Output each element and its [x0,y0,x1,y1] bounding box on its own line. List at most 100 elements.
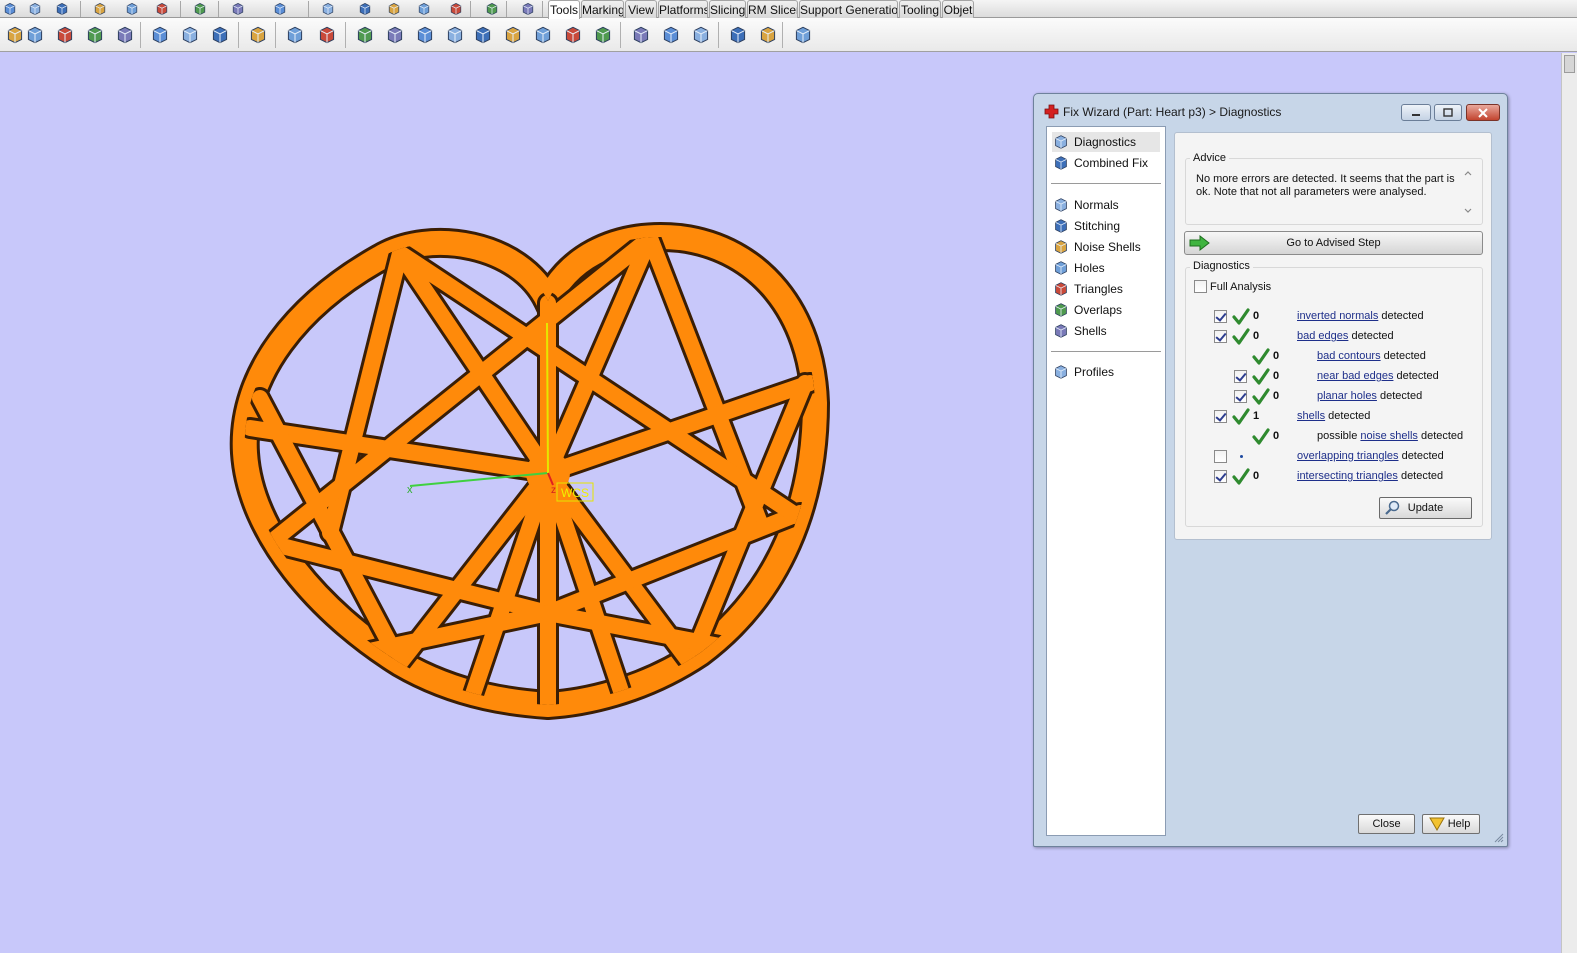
text-tool-button[interactable] [382,23,408,47]
diagnostic-checkbox[interactable] [1214,450,1227,463]
nav-item-profiles[interactable]: Profiles [1052,362,1160,382]
diagnostic-checkbox[interactable] [1234,370,1247,383]
open-folder-button[interactable] [90,0,110,17]
diagnostic-link[interactable]: inverted normals [1297,310,1378,322]
tab-tools[interactable]: Tools [548,0,580,19]
diagnostic-link[interactable]: near bad edges [1317,370,1393,382]
duplicate-tool-button[interactable] [82,23,108,47]
plane-tool-button[interactable] [560,23,586,47]
hand-tool-button[interactable] [245,23,271,47]
diagnostic-checkbox[interactable] [1214,330,1227,343]
box-icon [319,26,335,44]
tab-rm-slicer[interactable]: RM Slicer [747,0,798,18]
tab-marking[interactable]: Marking [581,0,624,18]
tab-view[interactable]: View [625,0,657,18]
new-button[interactable] [0,0,20,17]
hollow-tool-button[interactable] [412,23,438,47]
cut-tool-button[interactable] [147,23,173,47]
tab-platforms[interactable]: Platforms [658,0,708,18]
part-info-tool-button[interactable] [725,23,751,47]
go-to-advised-step-button[interactable]: Go to Advised Step [1184,231,1483,255]
resize-grip-icon[interactable] [1494,833,1504,843]
diagnostic-link[interactable]: shells [1297,410,1325,422]
advice-scrollbar[interactable] [1462,167,1474,217]
close-label: Close [1372,818,1401,830]
diagnostic-link[interactable]: bad contours [1317,350,1381,362]
diagnostic-link[interactable]: intersecting triangles [1297,470,1398,482]
cube-tool-button[interactable] [470,23,496,47]
rotate-button[interactable] [355,0,375,17]
select-button[interactable] [318,0,338,17]
nav-item-noise-shells[interactable]: Noise Shells [1052,237,1160,257]
save-button[interactable] [52,0,72,17]
box-tool-button[interactable] [314,23,340,47]
redo-button[interactable] [270,0,290,17]
axes-tool-button[interactable] [755,23,781,47]
full-analysis-checkbox[interactable] [1194,280,1207,293]
help-button[interactable] [518,0,538,17]
arrow-up-tool-button[interactable] [530,23,556,47]
tab-tooling[interactable]: Tooling [899,0,941,18]
diagnostic-checkbox[interactable] [1214,410,1227,423]
add-part-tool-button[interactable] [282,23,308,47]
nav-item-overlaps[interactable]: Overlaps [1052,300,1160,320]
axis-x-label: x [407,484,413,496]
nav-item-stitching[interactable]: Stitching [1052,216,1160,236]
scrollbar-thumb[interactable] [1564,55,1575,73]
tab-support-generation[interactable]: Support Generation [799,0,898,18]
paste-tool-button[interactable] [207,23,233,47]
tab-slicing[interactable]: Slicing [709,0,746,18]
application-window: Tools Marking View Platforms Slicing RM Slice… [0,0,1577,953]
diagnostic-checkbox[interactable] [1214,470,1227,483]
undo-button[interactable] [228,0,248,17]
copy-icon [182,26,198,44]
diagnostic-checkbox[interactable] [1234,390,1247,403]
check-mark-icon [1232,308,1250,325]
import-button[interactable] [122,0,142,17]
close-button[interactable]: Close [1358,814,1415,834]
scale-tool-button[interactable] [112,23,138,47]
nav-item-shells[interactable]: Shells [1052,321,1160,341]
sphere-tool-button[interactable] [628,23,654,47]
check-button[interactable] [482,0,502,17]
nav-item-diagnostics[interactable]: Diagnostics [1052,132,1160,152]
redo-icon [274,2,286,15]
viewport-scrollbar[interactable] [1561,53,1577,953]
help-button[interactable]: Help [1422,814,1480,834]
diagnostic-checkbox[interactable] [1214,310,1227,323]
tab-objet[interactable]: Objet [942,0,974,18]
nav-item-combined-fix[interactable]: Combined Fix [1052,153,1160,173]
save-icon [56,2,68,15]
print-button[interactable] [190,0,210,17]
export-tool-button[interactable] [790,23,816,47]
nav-item-holes[interactable]: Holes [1052,258,1160,278]
heart-lattice-model[interactable] [229,222,831,721]
minimize-button[interactable] [1401,104,1431,121]
move-button[interactable] [384,0,404,17]
full-analysis-option[interactable]: Full Analysis [1194,280,1271,293]
mirror-tool-button[interactable] [52,23,78,47]
rotate-part-tool-button[interactable] [22,23,48,47]
wand-tool-button[interactable] [352,23,378,47]
measure-button[interactable] [414,0,434,17]
copy-tool-button[interactable] [177,23,203,47]
update-button[interactable]: Update [1379,497,1472,519]
boolean-tool-button[interactable] [442,23,468,47]
diagnostic-link[interactable]: planar holes [1317,390,1377,402]
diagnostic-link[interactable]: noise shells [1360,430,1417,442]
diagnostic-link[interactable]: overlapping triangles [1297,450,1399,462]
shells-icon [1055,324,1067,338]
delete-part-button[interactable] [152,0,172,17]
maximize-button[interactable] [1434,104,1462,121]
extrude-tool-button[interactable] [500,23,526,47]
fix-button[interactable] [446,0,466,17]
nav-item-normals[interactable]: Normals [1052,195,1160,215]
diagnostic-link[interactable]: bad edges [1297,330,1348,342]
nav-item-triangles[interactable]: Triangles [1052,279,1160,299]
globe-tool-button[interactable] [688,23,714,47]
section-tool-button[interactable] [590,23,616,47]
edit-tool-button[interactable] [658,23,684,47]
open-button[interactable] [25,0,45,17]
dialog-title-bar[interactable]: Fix Wizard (Part: Heart p3) > Diagnostic… [1034,94,1507,124]
window-close-button[interactable] [1466,104,1500,121]
